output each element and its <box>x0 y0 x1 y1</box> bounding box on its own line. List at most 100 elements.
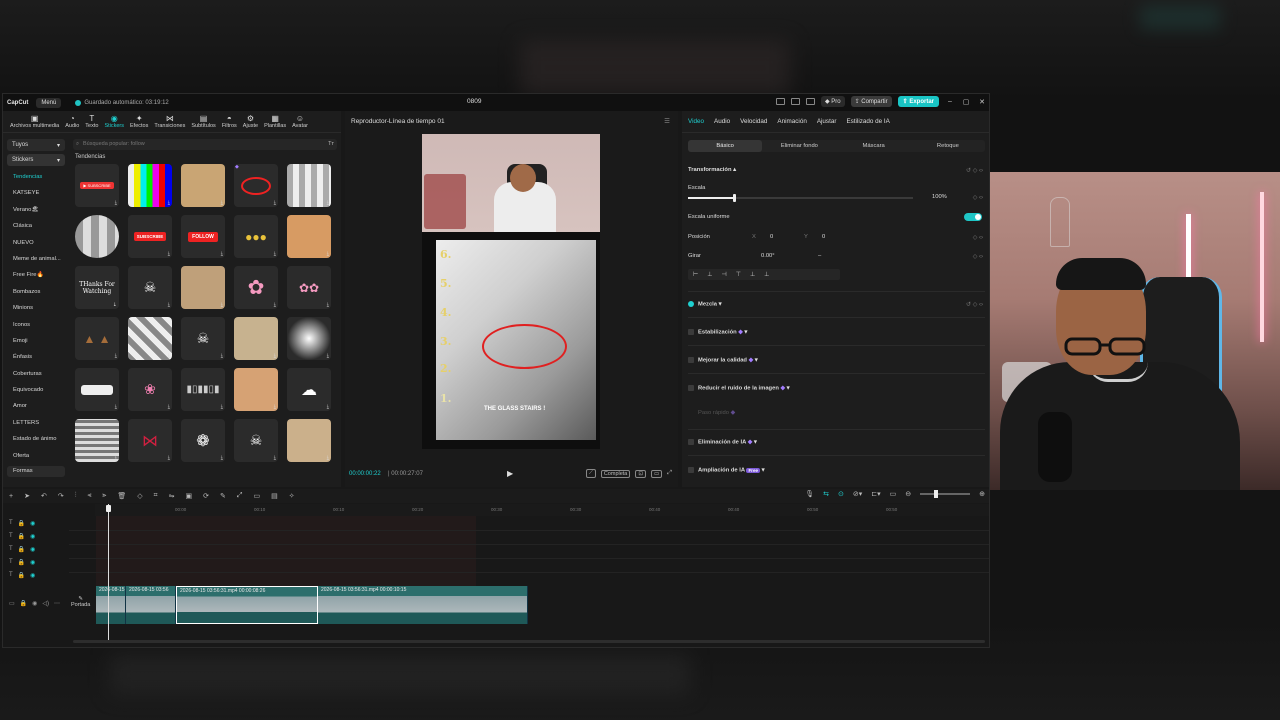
video-clip[interactable]: 2026-08-15 03:56:31.mp4 00:00:10:15 <box>318 586 528 624</box>
category-item[interactable]: Tendencias <box>3 169 69 185</box>
shield-icon[interactable]: ◇ <box>137 492 142 500</box>
close-icon[interactable]: ✕ <box>977 98 987 106</box>
maximize-icon[interactable]: ▢ <box>961 98 971 106</box>
minimize-icon[interactable]: – <box>945 98 955 105</box>
category-item[interactable]: Minions <box>3 300 69 316</box>
sticker-color-bars[interactable]: ⤓ <box>128 164 172 207</box>
lock-icon[interactable]: 🔒 <box>20 600 27 607</box>
category-item[interactable]: NUEVO <box>3 235 69 251</box>
sticker-subscribe[interactable]: SUBSCRIBE ⤓ <box>128 215 172 258</box>
blend-checkbox[interactable] <box>688 301 694 307</box>
visibility-icon[interactable]: ◉ <box>30 533 35 540</box>
category-item[interactable]: Equivocado <box>3 382 69 398</box>
magic-icon[interactable]: ✧ <box>289 492 295 500</box>
more-icon[interactable]: ⋯ <box>54 600 60 607</box>
lock-icon[interactable]: 🔒 <box>18 533 25 540</box>
category-item[interactable]: Emoji <box>3 333 69 349</box>
tool-filtros[interactable]: ◓ Filtros <box>219 114 240 132</box>
sticker-cat-flowers[interactable]: ✿✿ ⤓ <box>287 266 331 309</box>
category-item[interactable]: Énfasis <box>3 349 69 365</box>
sticker-cat[interactable]: ⤓ <box>181 164 225 207</box>
preview-axis-icon[interactable]: ⊏▾ <box>871 490 880 498</box>
tool-stickers[interactable]: ◉ Stickers <box>101 114 127 132</box>
align-right-icon[interactable]: ⊣ <box>721 271 726 278</box>
visibility-icon[interactable]: ◉ <box>30 572 35 579</box>
keyframe-icon[interactable]: ◇ ‹› <box>973 253 983 260</box>
add-track-icon[interactable]: + <box>9 493 13 500</box>
tool-avatar[interactable]: ☺ Avatar <box>289 114 311 132</box>
align-top-icon[interactable]: ⊤ <box>736 271 741 278</box>
tool-ajuste[interactable]: ⚙ Ajuste <box>240 114 261 132</box>
image-icon[interactable]: ▤ <box>271 492 278 500</box>
video-preview[interactable]: 6. 5. 4. 3. 2. 1. THE GLASS STAIRS ! <box>422 134 600 449</box>
play-icon[interactable]: ▶ <box>507 469 513 478</box>
stabilization-section[interactable]: Estabilización ◆ ▾ <box>688 329 747 336</box>
undo-icon[interactable]: ↶ <box>41 492 47 500</box>
sticker-pixel-square[interactable]: ⤓ <box>128 317 172 360</box>
sticker-white-brush[interactable]: ⤓ <box>75 368 119 411</box>
visibility-icon[interactable]: ◉ <box>30 559 35 566</box>
category-item[interactable]: Bombazos <box>3 284 69 300</box>
position-x-value[interactable]: 0 <box>770 234 773 240</box>
enhance-quality-checkbox[interactable] <box>688 357 694 363</box>
fullscreen-icon[interactable]: ⤢ <box>667 470 672 477</box>
visibility-icon[interactable]: ◉ <box>32 600 37 607</box>
speech-icon[interactable]: ▭ <box>890 490 897 498</box>
stabilization-checkbox[interactable] <box>688 329 694 335</box>
category-formas[interactable]: Formas <box>7 466 65 478</box>
lock-icon[interactable]: 🔒 <box>18 520 25 527</box>
microphone-icon[interactable]: 🎙 <box>805 490 814 498</box>
tool-transiciones[interactable]: ⋈ Transiciones <box>151 114 188 132</box>
sticker-subscribe-bell[interactable]: ▶ SUBSCRIBE ⤓ <box>75 164 119 207</box>
player-menu-icon[interactable]: ☰ <box>664 117 670 125</box>
tool-plantillas[interactable]: ▦ Plantillas <box>261 114 289 132</box>
category-dropdown-stickers[interactable]: Stickers ▾ <box>7 154 65 166</box>
zoom-in-icon[interactable]: ⊕ <box>979 490 985 498</box>
sticker-white-lily[interactable]: ❁ ⤓ <box>181 419 225 462</box>
category-item[interactable]: Clásica <box>3 218 69 234</box>
noise-reduction-section[interactable]: Reducir el ruido de la imagen ◆ ▾ <box>688 385 789 392</box>
inspector-subtab[interactable]: Básico <box>688 140 763 152</box>
sticker-skull-emoji[interactable]: ☠ ⤓ <box>128 266 172 309</box>
tool-subtítulos[interactable]: ▤ Subtítulos <box>188 114 218 132</box>
pen-icon[interactable]: ✎ <box>220 492 226 500</box>
crop-icon[interactable]: ⌗ <box>154 492 158 500</box>
category-item[interactable]: KATSEYE <box>3 185 69 201</box>
video-clip-selected[interactable]: 2026-08-15 03:56:31.mp4 00:00:08:26 <box>176 586 318 624</box>
category-item[interactable]: Meme de animal... <box>3 251 69 267</box>
sticker-search-input[interactable]: ⌕ Búsqueda popular: follow Tт <box>73 139 337 150</box>
ai-removal-checkbox[interactable] <box>688 439 694 445</box>
quality-icon[interactable]: ▭ <box>650 469 663 478</box>
lock-icon[interactable]: 🔒 <box>18 572 25 579</box>
menu-button[interactable]: Menú <box>36 97 62 108</box>
inspector-tab[interactable]: Estilizado de IA <box>846 118 889 125</box>
inspector-subtab[interactable]: Retoque <box>911 140 985 152</box>
sticker-cat-face[interactable]: ⤓ <box>287 215 331 258</box>
playhead-handle[interactable] <box>106 505 111 512</box>
fit-icon[interactable]: ⤢ <box>237 492 243 500</box>
enhance-quality-section[interactable]: Mejorar la calidad ◆ ▾ <box>688 357 758 364</box>
align-bottom-icon[interactable]: ⊥ <box>764 271 769 278</box>
rotate-value[interactable]: 0.00° <box>761 253 775 259</box>
sticker-red-circle[interactable]: ◆ ⤓ <box>234 164 278 207</box>
inspector-tab[interactable]: Animación <box>777 118 806 125</box>
mirror-icon[interactable]: ⇋ <box>169 492 175 500</box>
export-button[interactable]: ⇧ Exportar <box>897 96 939 107</box>
sticker-red-bow[interactable]: ⋈ ⤓ <box>128 419 172 462</box>
inspector-tab[interactable]: Ajustar <box>817 118 837 125</box>
rotate-icon[interactable]: ⟳ <box>203 492 209 500</box>
lock-icon[interactable]: 🔒 <box>18 559 25 566</box>
sticker-cat-meme[interactable]: ⤓ <box>234 317 278 360</box>
timeline-ruler[interactable]: 00:00 00:10 00:10 00:20 00:30 00:30 00:40 00:40… <box>95 504 989 516</box>
visibility-icon[interactable]: ◉ <box>30 520 35 527</box>
tool-archivos-multimedia[interactable]: ▣ Archivos multimedia <box>7 114 62 132</box>
blend-section[interactable]: Mezcla ▾ <box>688 301 722 308</box>
sticker-pink-flower[interactable]: ✿ ⤓ <box>234 266 278 309</box>
ai-upscale-section[interactable]: Ampliación de IA Free ▾ <box>688 467 764 474</box>
sticker-pixel-blur[interactable]: ⤓ <box>287 164 331 207</box>
category-item[interactable]: Free Fire🔥 <box>3 267 69 283</box>
zoom-slider[interactable] <box>920 490 971 498</box>
category-item[interactable]: LETTERS <box>3 415 69 431</box>
layout-icon[interactable] <box>775 98 785 105</box>
inspector-tab[interactable]: Velocidad <box>740 118 767 125</box>
